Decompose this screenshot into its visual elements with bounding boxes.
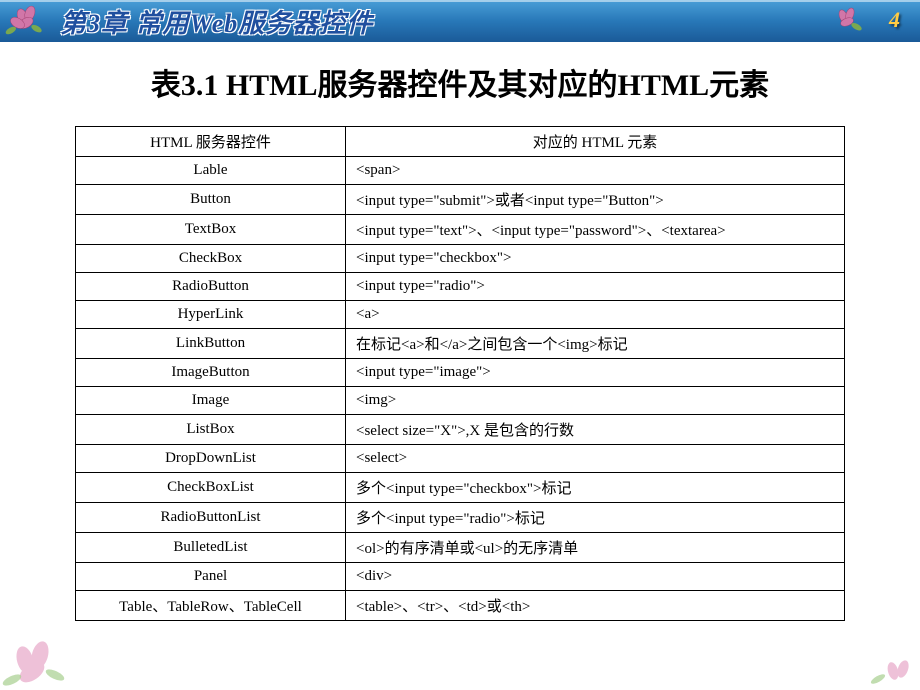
cell-element: <span> bbox=[346, 157, 845, 185]
table-row: TextBox<input type="text">、<input type="… bbox=[76, 215, 845, 245]
cell-control: Lable bbox=[76, 157, 346, 185]
cell-control: DropDownList bbox=[76, 445, 346, 473]
cell-control: TextBox bbox=[76, 215, 346, 245]
cell-element: <input type="radio"> bbox=[346, 273, 845, 301]
table-header-control: HTML 服务器控件 bbox=[76, 127, 346, 157]
table-row: Button<input type="submit">或者<input type… bbox=[76, 185, 845, 215]
cell-element: <select> bbox=[346, 445, 845, 473]
flower-decoration-icon bbox=[825, 2, 870, 40]
slide-header: 第3章 常用Web服务器控件 4 bbox=[0, 0, 920, 42]
flower-decoration-icon bbox=[2, 2, 52, 40]
cell-element: <a> bbox=[346, 301, 845, 329]
cell-control: CheckBoxList bbox=[76, 473, 346, 503]
corner-decoration-icon bbox=[863, 653, 918, 688]
cell-element: 在标记<a>和</a>之间包含一个<img>标记 bbox=[346, 329, 845, 359]
cell-element: <img> bbox=[346, 387, 845, 415]
cell-control: Panel bbox=[76, 563, 346, 591]
cell-element: <table>、<tr>、<td>或<th> bbox=[346, 591, 845, 621]
table-row: Image<img> bbox=[76, 387, 845, 415]
cell-control: BulletedList bbox=[76, 533, 346, 563]
cell-control: Button bbox=[76, 185, 346, 215]
table-row: CheckBox<input type="checkbox"> bbox=[76, 245, 845, 273]
table-row: ListBox<select size="X">,X 是包含的行数 bbox=[76, 415, 845, 445]
corner-decoration-icon bbox=[0, 610, 80, 690]
table-header-element: 对应的 HTML 元素 bbox=[346, 127, 845, 157]
cell-element: <input type="checkbox"> bbox=[346, 245, 845, 273]
table-row: LinkButton在标记<a>和</a>之间包含一个<img>标记 bbox=[76, 329, 845, 359]
table-row: BulletedList<ol>的有序清单或<ul>的无序清单 bbox=[76, 533, 845, 563]
table-row: RadioButton<input type="radio"> bbox=[76, 273, 845, 301]
cell-control: CheckBox bbox=[76, 245, 346, 273]
table-row: RadioButtonList多个<input type="radio">标记 bbox=[76, 503, 845, 533]
cell-element: <input type="image"> bbox=[346, 359, 845, 387]
cell-element: 多个<input type="radio">标记 bbox=[346, 503, 845, 533]
page-number: 4 bbox=[889, 7, 900, 33]
cell-element: <div> bbox=[346, 563, 845, 591]
cell-element: <ol>的有序清单或<ul>的无序清单 bbox=[346, 533, 845, 563]
table-row: Panel<div> bbox=[76, 563, 845, 591]
table-row: Table、TableRow、TableCell<table>、<tr>、<td… bbox=[76, 591, 845, 621]
cell-element: <select size="X">,X 是包含的行数 bbox=[346, 415, 845, 445]
cell-control: RadioButtonList bbox=[76, 503, 346, 533]
cell-control: LinkButton bbox=[76, 329, 346, 359]
table-row: Lable<span> bbox=[76, 157, 845, 185]
table-row: DropDownList<select> bbox=[76, 445, 845, 473]
table-header-row: HTML 服务器控件 对应的 HTML 元素 bbox=[76, 127, 845, 157]
cell-element: <input type="submit">或者<input type="Butt… bbox=[346, 185, 845, 215]
table-row: CheckBoxList多个<input type="checkbox">标记 bbox=[76, 473, 845, 503]
cell-element: <input type="text">、<input type="passwor… bbox=[346, 215, 845, 245]
html-controls-table: HTML 服务器控件 对应的 HTML 元素 Lable<span>Button… bbox=[75, 126, 845, 621]
cell-control: ImageButton bbox=[76, 359, 346, 387]
cell-control: Table、TableRow、TableCell bbox=[76, 591, 346, 621]
slide-title: 表3.1 HTML服务器控件及其对应的HTML元素 bbox=[0, 60, 920, 104]
cell-element: 多个<input type="checkbox">标记 bbox=[346, 473, 845, 503]
table-row: HyperLink<a> bbox=[76, 301, 845, 329]
cell-control: HyperLink bbox=[76, 301, 346, 329]
cell-control: ListBox bbox=[76, 415, 346, 445]
table-row: ImageButton<input type="image"> bbox=[76, 359, 845, 387]
cell-control: Image bbox=[76, 387, 346, 415]
cell-control: RadioButton bbox=[76, 273, 346, 301]
chapter-title: 第3章 常用Web服务器控件 bbox=[60, 3, 373, 40]
